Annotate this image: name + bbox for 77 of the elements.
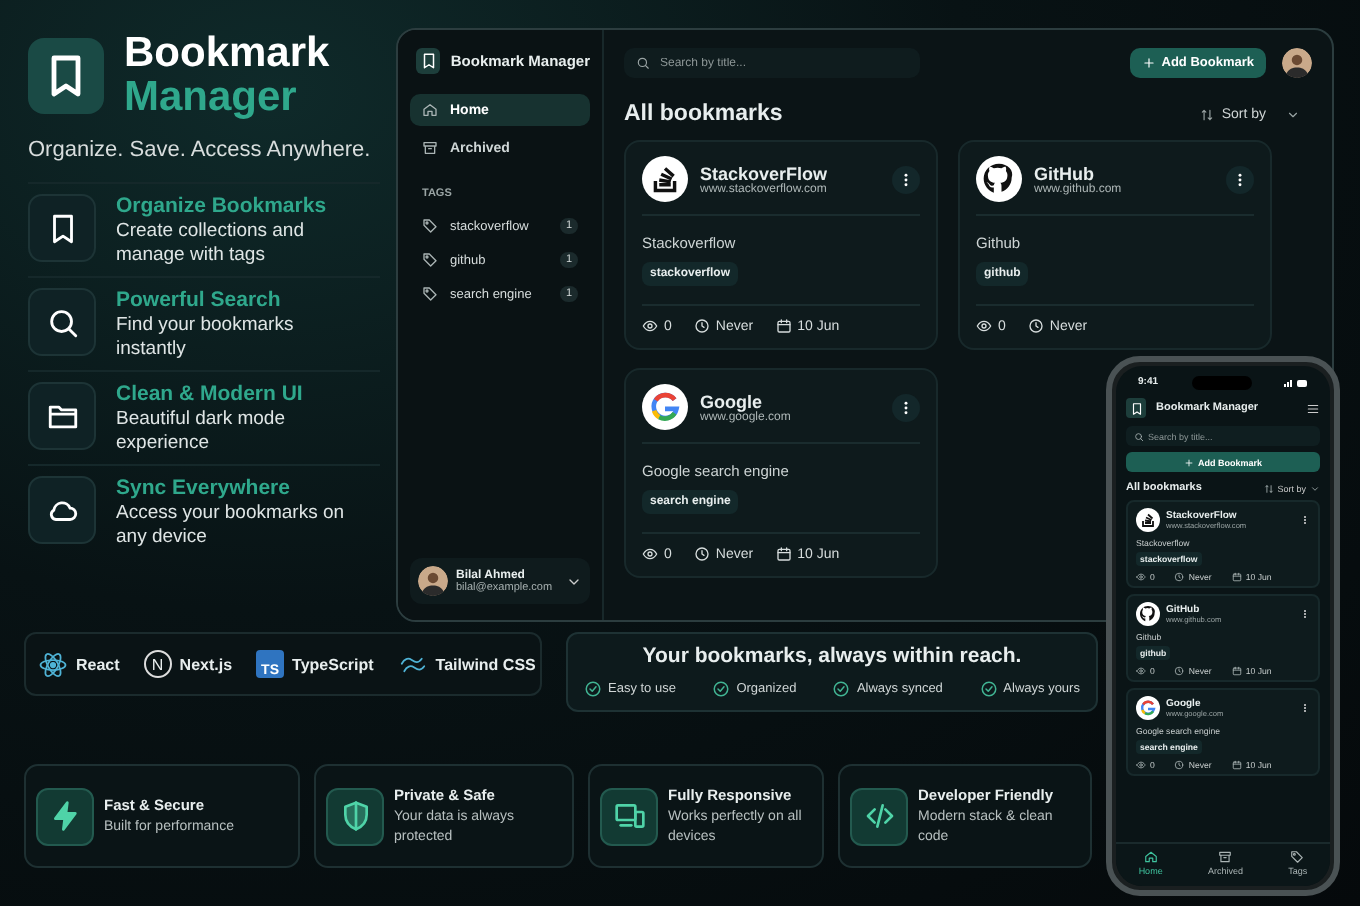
feature-description: Access your bookmarks on any device	[116, 502, 347, 550]
calendar-icon	[1231, 572, 1242, 582]
tag-icon	[422, 286, 438, 302]
bookmark-title: Google	[700, 391, 762, 411]
calendar-icon	[1231, 760, 1242, 770]
feature-description: Find your bookmarks instantly	[116, 314, 296, 362]
tag-icon	[1290, 850, 1305, 864]
check-icon	[712, 680, 731, 698]
app-title: Bookmark	[124, 32, 330, 76]
more-button[interactable]	[892, 165, 920, 193]
calendar-icon	[775, 546, 792, 562]
chevron-icon	[1310, 483, 1320, 493]
more-button[interactable]	[892, 393, 920, 421]
clock-icon	[693, 318, 710, 334]
devices-icon	[613, 800, 645, 832]
check-icon	[584, 680, 602, 698]
tag-icon	[422, 218, 438, 234]
feature-title: Clean & Modern UI	[116, 382, 305, 406]
menu-icon[interactable]	[1306, 401, 1320, 415]
stackoverflow-logo-icon	[1136, 508, 1160, 532]
tag-icon	[422, 252, 438, 268]
google-logo-icon	[1136, 696, 1160, 720]
tech-label: Tailwind CSS	[435, 655, 536, 673]
calendar-icon	[1231, 666, 1242, 676]
archive-icon	[1218, 850, 1233, 864]
clock-icon	[1027, 318, 1044, 334]
google-logo-icon	[642, 384, 688, 430]
bolt-icon	[49, 800, 81, 832]
github-logo-icon	[976, 156, 1022, 202]
eye-icon	[1136, 572, 1146, 582]
avatar-icon[interactable]	[1282, 48, 1312, 78]
chevron-icon	[1286, 107, 1300, 121]
clock-icon	[1174, 760, 1185, 770]
next-logo: N	[143, 650, 172, 678]
tech-label: Next.js	[179, 655, 233, 673]
bookmark-title: GitHub	[1034, 163, 1094, 183]
check-icon	[979, 680, 998, 698]
home-icon	[1143, 850, 1158, 864]
app-title: Manager	[124, 76, 299, 120]
eye-icon	[642, 318, 658, 334]
plus-icon	[1141, 56, 1156, 70]
search-icon	[636, 56, 650, 70]
stackoverflow-logo-icon	[642, 156, 688, 202]
react-logo-icon	[38, 649, 68, 679]
search-icon	[1134, 431, 1144, 441]
eye-icon	[1136, 666, 1146, 676]
bookmark-title: StackoverFlow	[700, 163, 830, 183]
tagline: Organize. Save. Access Anywhere.	[28, 138, 373, 162]
clock-icon	[1174, 572, 1185, 582]
page-heading: All bookmarks	[624, 102, 785, 126]
eye-icon	[642, 546, 658, 562]
feature-title: Sync Everywhere	[116, 476, 292, 500]
home-icon	[422, 102, 438, 118]
feature-title: Powerful Search	[116, 288, 283, 312]
clock-icon	[693, 546, 710, 562]
code-icon	[863, 800, 895, 832]
eye-icon	[976, 318, 992, 334]
avatar-icon	[418, 566, 448, 596]
check-icon	[832, 680, 851, 698]
promo-title: Your bookmarks, always within reach.	[640, 644, 1024, 668]
clock-icon	[1174, 666, 1185, 676]
sort-icon	[1263, 483, 1274, 493]
feature-description: Create collections and manage with tags	[116, 220, 306, 268]
feature-title: Organize Bookmarks	[116, 194, 329, 218]
github-logo-icon	[1136, 602, 1160, 626]
plus-icon	[1183, 457, 1194, 467]
status-icons-drawing	[1283, 377, 1308, 387]
archive-icon	[422, 140, 438, 156]
calendar-icon	[775, 318, 792, 334]
eye-icon	[1136, 760, 1146, 770]
shield-icon	[339, 800, 371, 832]
feature-description: Beautiful dark mode experience	[116, 408, 287, 456]
sort-icon	[1199, 107, 1214, 121]
tech-label: TypeScript	[292, 655, 374, 673]
more-button[interactable]	[1226, 165, 1254, 193]
tech-label: React	[76, 655, 120, 673]
search-icon	[45, 305, 79, 339]
